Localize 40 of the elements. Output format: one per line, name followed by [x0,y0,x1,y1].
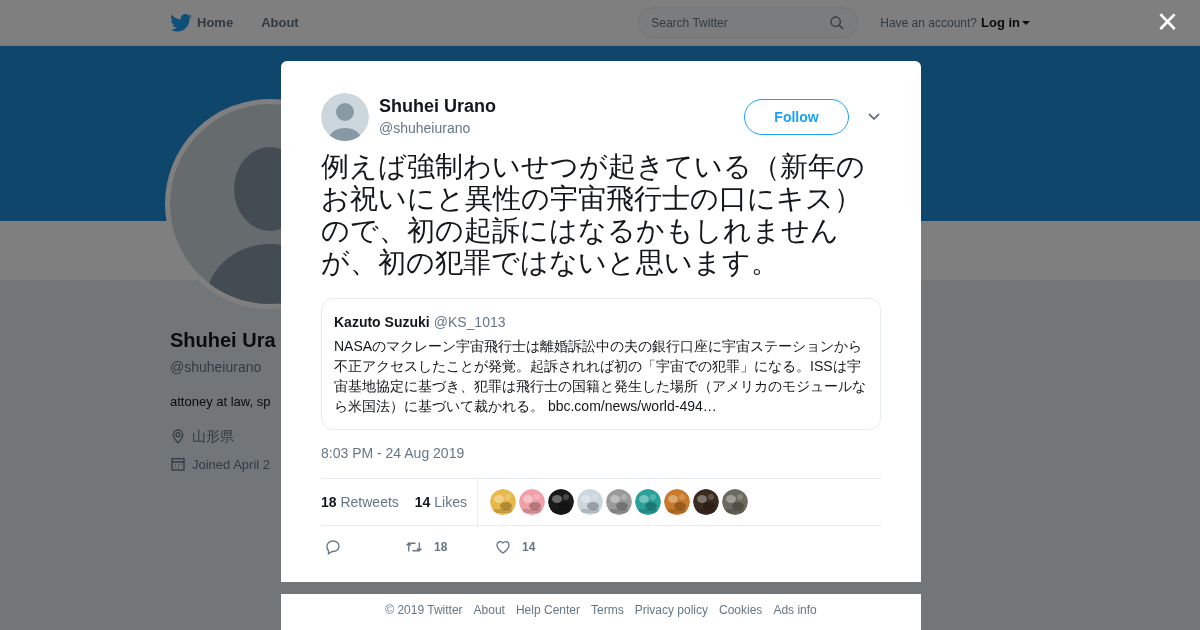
account-prompt: Have an account? [880,14,977,32]
footer-link[interactable]: Help Center [515,601,580,619]
action-count: 18 [434,539,448,556]
tweet-timestamp[interactable]: 8:03 PM - 24 Aug 2019 [321,443,881,464]
footer-link[interactable]: Terms [591,601,624,619]
quoted-tweet-text: NASAのマクレーン宇宙飛行士は離婚訴訟中の夫の銀行口座に宇宙ステーションから不正アクセスしたことが発覚。起訴されれば初の「宇宙での犯罪」になる。ISSは宇宙基地協定に基づき、犯罪は飛行士の国籍と発生した場所（アメリカのモジュールなら米国法）に基づいて裁かれる。 bbc.com/news/world-494… [334,337,867,416]
user-avatar[interactable] [321,93,369,141]
profile-bio: attoney at law, sp [170,393,271,411]
footer-link[interactable]: Ads info [773,601,817,619]
article-link[interactable]: bbc.com/news/world-494… [547,398,717,414]
close-button[interactable]: × [1156,4,1178,40]
nav-link[interactable]: About [261,12,299,33]
heart-icon[interactable] [494,538,512,556]
tweet-text: 例えば強制わいせつが起きている（新年のお祝いにと異性の宇宙飛行士の口にキス）ので、初の起訴にはなるかもしれませんが、初の犯罪ではないと思います。 [321,151,866,279]
action-count: 14 [522,539,536,556]
profile-name: Shuhei Ura [170,328,276,353]
caret-icon [1022,20,1030,25]
footer-link[interactable]: © 2019 Twitter [385,601,463,619]
location-pin-icon [170,428,186,444]
calendar-icon [170,456,186,473]
quoted-author-handle: @KS_1013 [433,313,506,332]
login-link[interactable]: Log in [981,12,1030,33]
quoted-author-name: Kazuto Suzuki [334,313,430,332]
chevron-down-icon[interactable] [867,112,881,122]
stat-link[interactable]: 14 Likes [414,491,467,513]
search-icon[interactable] [829,14,846,31]
footer-link[interactable]: Cookies [719,601,763,619]
footer-link[interactable]: About [473,601,505,619]
speech-bubble-icon[interactable] [324,538,342,556]
search-input[interactable]: Search Twitter [651,13,830,32]
profile-handle: @shuheiurano [170,358,262,377]
join-date: Joined April 2 [192,455,271,474]
author-name[interactable]: Shuhei Urano [379,95,496,118]
quoted-tweet[interactable]: Kazuto Suzuki @KS_1013 NASAのマクレーン宇宙飛行士は離婚訴訟中の夫の銀行口座に宇宙ステーションから不正アクセスしたことが発覚。起訴されれば初の「宇宙での犯罪」になる。ISSは宇宙基地協定に基づき、犯罪は飛行士の国籍と発生した場所（アメリカのモジュールなら米国法）に基づいて裁かれる。 bbc.com/news/world-494… [321,298,881,430]
author-handle[interactable]: @shuheiurano [379,117,496,139]
footer-link[interactable]: Privacy policy [634,601,708,619]
search-field[interactable]: Search Twitter [638,7,859,38]
profile-location: 山形県 [192,426,234,446]
stat-link[interactable]: 18 Retweets [321,491,399,513]
nav-link[interactable]: Home [197,12,234,33]
